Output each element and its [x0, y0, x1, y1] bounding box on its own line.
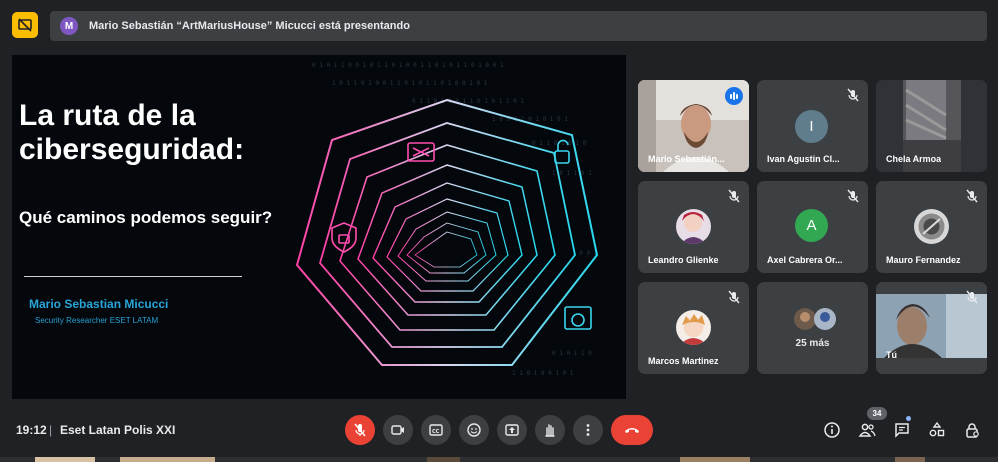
participant-tile[interactable]: A Axel Cabrera Or...: [757, 181, 868, 273]
host-controls-button[interactable]: [961, 419, 983, 441]
slide-title: La ruta de la ciberseguridad:: [19, 99, 245, 166]
meeting-clock: 19:12: [16, 423, 47, 437]
more-participants-tile[interactable]: 25 más: [757, 282, 868, 374]
activities-icon: [929, 421, 945, 437]
mic-off-icon: [354, 423, 366, 437]
camera-icon: [391, 425, 404, 435]
mic-off-icon: [847, 88, 859, 102]
slide-speaker-name: Mario Sebastian Micucci: [29, 297, 169, 311]
presenter-avatar: M: [60, 17, 78, 35]
self-name: Tú: [886, 350, 897, 360]
participant-avatar: I: [795, 110, 828, 143]
emoji-icon: [467, 423, 481, 437]
mic-off-icon: [728, 290, 740, 304]
participant-name: Ivan Agustin Cl...: [767, 154, 840, 164]
participant-avatar: A: [795, 209, 828, 242]
mic-off-icon: [966, 189, 978, 203]
activities-button[interactable]: [926, 419, 948, 441]
top-bar: M Mario Sebastián “ArtMariusHouse” Micuc…: [0, 0, 998, 50]
participant-name: Axel Cabrera Or...: [767, 255, 843, 265]
raise-hand-button[interactable]: [535, 415, 565, 445]
captions-icon: CC: [429, 424, 443, 436]
slide-divider: [24, 276, 242, 277]
self-view-tile[interactable]: Tú: [876, 282, 987, 374]
participant-tile[interactable]: Mario Sebastián...: [638, 80, 749, 172]
slide-subtitle: Qué caminos podemos seguir?: [19, 208, 273, 227]
participant-name: Leandro Glienke: [648, 255, 719, 265]
speaking-indicator: [725, 87, 743, 105]
meeting-name: Eset Latan Polis XXI: [60, 423, 176, 437]
shared-screen: 0 1 0 1 1 0 0 1 0 1 1 0 1 0 0 1 1 0 1 0 …: [12, 55, 626, 399]
present-off-icon: [18, 18, 32, 32]
leave-call-button[interactable]: [611, 415, 653, 445]
meeting-details-button[interactable]: [821, 419, 843, 441]
participant-tile[interactable]: Mauro Fernandez: [876, 181, 987, 273]
mic-off-icon: [847, 189, 859, 203]
present-toggle-button[interactable]: [12, 12, 38, 38]
presenting-banner: M Mario Sebastián “ArtMariusHouse” Micuc…: [50, 11, 987, 41]
hang-up-icon: [625, 428, 639, 433]
participant-name: Mauro Fernandez: [886, 255, 961, 265]
participant-tile[interactable]: I Ivan Agustin Cl...: [757, 80, 868, 172]
captions-button[interactable]: CC: [421, 415, 451, 445]
hexagon-tunnel-graphic: [295, 98, 599, 366]
svg-text:CC: CC: [432, 429, 440, 435]
separator: |: [49, 423, 53, 437]
more-options-button[interactable]: [573, 415, 603, 445]
control-bar: 19:12 | Eset Latan Polis XXI CC 34: [0, 405, 998, 457]
people-icon: [858, 423, 876, 437]
presenting-text: Mario Sebastián “ArtMariusHouse” Micucci…: [89, 20, 410, 32]
participant-tile[interactable]: Marcos Martinez: [638, 282, 749, 374]
participant-name: Mario Sebastián...: [648, 154, 725, 164]
info-icon: [824, 422, 840, 438]
participant-name: Marcos Martinez: [648, 356, 719, 366]
host-controls-icon: [966, 423, 979, 438]
participant-tile[interactable]: Chela Armoa: [876, 80, 987, 172]
participant-name: Chela Armoa: [886, 154, 942, 164]
mic-off-icon: [728, 189, 740, 203]
participant-avatar: [676, 209, 711, 244]
meet-window: M Mario Sebastián “ArtMariusHouse” Micuc…: [0, 0, 998, 462]
more-vert-icon: [586, 424, 590, 436]
participant-tile[interactable]: Leandro Glienke: [638, 181, 749, 273]
more-participants-avatars: [794, 308, 836, 330]
toggle-camera-button[interactable]: [383, 415, 413, 445]
participant-avatar: [676, 310, 711, 345]
slide-speaker-role: Security Researcher ESET LATAM: [35, 316, 159, 325]
show-everyone-button[interactable]: [856, 419, 878, 441]
present-now-button[interactable]: [497, 415, 527, 445]
chat-icon: [895, 423, 909, 438]
toggle-mic-button[interactable]: [345, 415, 375, 445]
mic-off-icon: [966, 290, 978, 304]
chat-button[interactable]: [891, 419, 913, 441]
present-now-icon: [505, 424, 519, 436]
participant-avatar: [914, 209, 949, 244]
raise-hand-icon: [545, 424, 555, 437]
reactions-button[interactable]: [459, 415, 489, 445]
taskbar-strip: [0, 457, 998, 462]
more-participants-label: 25 más: [795, 338, 830, 349]
